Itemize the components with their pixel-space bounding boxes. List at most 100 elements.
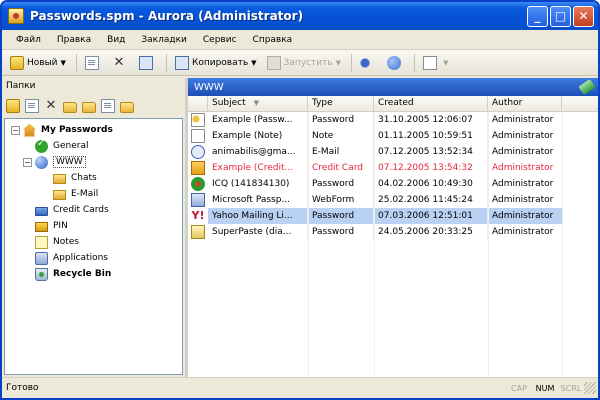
key-icon [191,113,205,127]
tree-item-my-passwords[interactable]: − My Passwords [5,122,182,138]
tree-item-label: Notes [53,237,79,247]
credit-card-icon [191,161,205,175]
app-window: Passwords.spm - Aurora (Administrator) _… [0,0,600,400]
menu-help[interactable]: Справка [245,33,301,47]
new-button[interactable]: Новый ▼ [6,53,70,73]
properties-button[interactable] [81,53,106,73]
run-icon [266,55,281,70]
table-row[interactable]: SuperPaste (dia... Password 24.05.2006 2… [188,224,598,240]
folder-icon [53,174,66,184]
delete-button[interactable]: ✕ [108,53,133,73]
cell-type: WebForm [308,192,374,208]
cell-type: Note [308,128,374,144]
print-button[interactable] [135,53,160,73]
pin-icon [35,222,48,232]
collapse-icon[interactable]: − [11,125,20,135]
cell-subject: Yahoo Mailing Li... [208,208,308,224]
menu-bookmarks[interactable]: Закладки [133,33,195,47]
toolbar-separator [414,53,416,72]
column-header-subject[interactable]: Subject ▼ [208,96,308,111]
content-area: Папки ✕ − My Passwords General [2,78,598,377]
delete-icon: ✕ [113,54,125,70]
cell-created: 01.11.2005 10:59:51 [374,128,488,144]
tree-item-notes[interactable]: Notes [5,234,182,250]
row-icon-cell [188,192,208,208]
page-icon [423,55,438,70]
copy-button[interactable]: Копировать ▼ [171,53,261,73]
tree-item-label: General [53,141,89,151]
copy-icon [174,55,189,70]
tree-item-applications[interactable]: Applications [5,250,182,266]
menu-tools[interactable]: Сервис [195,33,245,47]
cell-subject: Example (Note) [208,128,308,144]
folder-open-icon[interactable] [82,101,96,113]
table-row[interactable]: Example (Note) Note 01.11.2005 10:59:51 … [188,128,598,144]
column-header-created[interactable]: Created [374,96,488,111]
tree-item-chats[interactable]: Chats [5,170,182,186]
view-button[interactable]: ▼ [419,53,452,73]
resize-grip-icon[interactable] [584,382,596,394]
row-icon-cell: Y! [188,208,208,224]
cell-author: Administrator [492,147,554,157]
folder-move-icon[interactable] [120,101,134,113]
tree-item-label: Chats [71,173,97,183]
chevron-down-icon[interactable]: ▼ [443,59,448,67]
cell-subject: SuperPaste (dia... [208,224,308,240]
pin-pane-icon[interactable] [578,78,596,96]
credit-card-icon [35,206,48,216]
tree-item-general[interactable]: General [5,138,182,154]
menu-file[interactable]: Файл [8,33,49,47]
chevron-down-icon[interactable]: ▼ [251,59,256,67]
column-header-icon [188,96,208,111]
table-row[interactable]: animabilis@gma... E-Mail 07.12.2005 13:5… [188,144,598,160]
menu-view[interactable]: Вид [99,33,133,47]
table-row[interactable]: ICQ (141834130) Password 04.02.2006 10:4… [188,176,598,192]
tree-item-label: Applications [53,253,108,263]
tree-item-recycle-bin[interactable]: Recycle Bin [5,266,182,282]
cell-author: Administrator [492,227,554,237]
cell-created: 04.02.2006 10:49:30 [374,176,488,192]
minimize-button[interactable]: _ [527,5,548,27]
column-header-type[interactable]: Type [308,96,374,111]
column-header-author[interactable]: Author [488,96,562,111]
chevron-down-icon[interactable]: ▼ [336,59,341,67]
num-lock-indicator: NUM [535,383,555,393]
new-button-label: Новый [27,57,58,68]
table-row[interactable]: Example (Passw... Password 31.10.2005 12… [188,112,598,128]
row-icon-cell [188,160,208,176]
chevron-down-icon[interactable]: ▼ [61,59,66,67]
run-button[interactable]: Запустить ▼ [263,53,345,73]
globe-button[interactable] [383,53,408,73]
table-row[interactable]: Microsoft Passp... WebForm 25.02.2006 11… [188,192,598,208]
row-icon-cell [188,144,208,160]
folder-icon [53,190,66,200]
recycle-bin-icon [35,267,48,281]
folder-tree[interactable]: − My Passwords General − WWW Chats [4,118,183,375]
collapse-icon[interactable]: − [23,157,32,167]
cell-type: Credit Card [308,160,374,176]
row-icon-cell [188,112,208,128]
folders-pane-label: Папки [6,81,36,91]
delete-folder-icon[interactable]: ✕ [44,99,58,113]
folder-list-icon[interactable] [101,99,115,113]
folder-properties-icon[interactable] [25,99,39,113]
menu-edit[interactable]: Правка [49,33,99,47]
copy-button-label: Копировать [191,57,249,68]
maximize-button[interactable]: □ [550,5,571,27]
table-row[interactable]: Example (Credit... Credit Card 07.12.200… [188,160,598,176]
cell-author: Administrator [492,163,554,173]
tree-item-www[interactable]: − WWW [5,154,182,170]
new-folder-icon[interactable] [6,99,20,113]
close-button[interactable]: ✕ [573,5,594,27]
superpaste-icon [191,225,205,239]
tree-item-label: My Passwords [41,125,113,135]
key-button[interactable] [356,53,381,73]
tree-item-email[interactable]: E-Mail [5,186,182,202]
tree-item-pin[interactable]: PIN [5,218,182,234]
tree-item-credit-cards[interactable]: Credit Cards [5,202,182,218]
cell-type: Password [308,176,374,192]
table-row-selected[interactable]: Y! Yahoo Mailing Li... Password 07.03.20… [188,208,598,224]
tree-item-label: Recycle Bin [53,269,112,279]
folder-icon[interactable] [63,101,77,113]
title-bar[interactable]: Passwords.spm - Aurora (Administrator) _… [2,2,598,30]
